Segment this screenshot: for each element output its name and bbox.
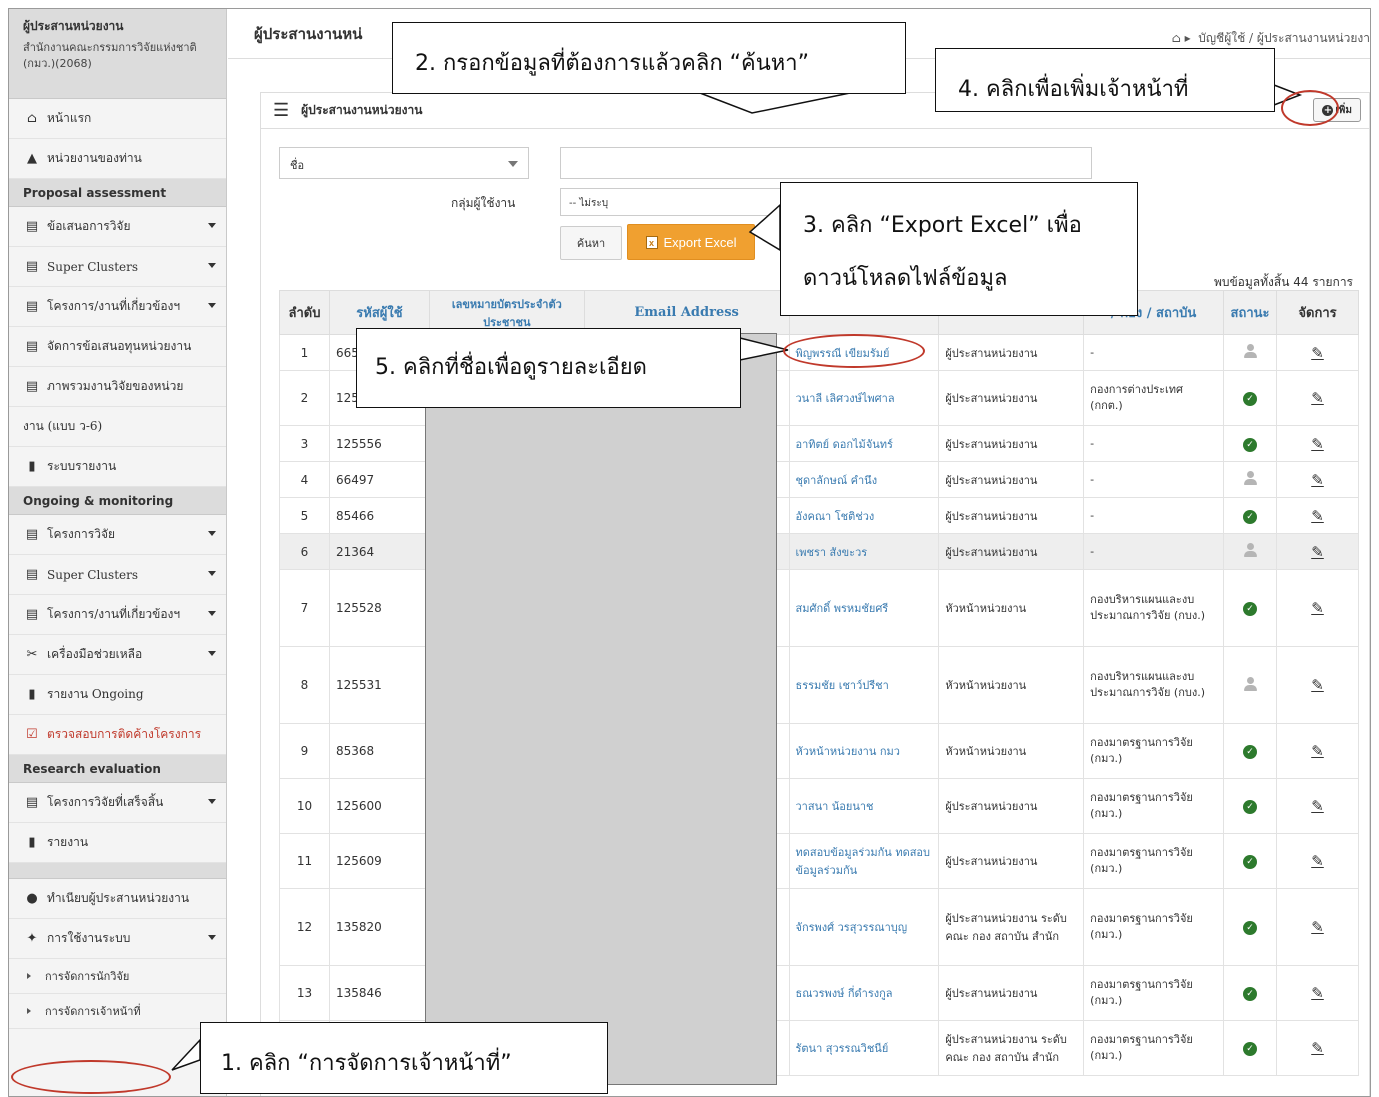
callout-pointers bbox=[171, 83, 1303, 1071]
callout-step-5: 5. คลิกที่ชื่อเพื่อดูรายละเอียด bbox=[356, 328, 741, 408]
callout-step-2: 2. กรอกข้อมูลที่ต้องการแล้วคลิก “ค้นหา” bbox=[392, 22, 906, 94]
highlight-manage-staff bbox=[11, 1060, 171, 1094]
callout-step-4: 4. คลิกเพื่อเพิ่มเจ้าหน้าที่ bbox=[935, 48, 1275, 112]
callout-step-1: 1. คลิก “การจัดการเจ้าหน้าที่” bbox=[200, 1022, 608, 1094]
highlight-name-link bbox=[783, 334, 925, 368]
callout-step-3: 3. คลิก “Export Excel” เพื่อ ดาวน์โหลดไฟ… bbox=[780, 182, 1138, 316]
highlight-add-button bbox=[1281, 90, 1339, 126]
